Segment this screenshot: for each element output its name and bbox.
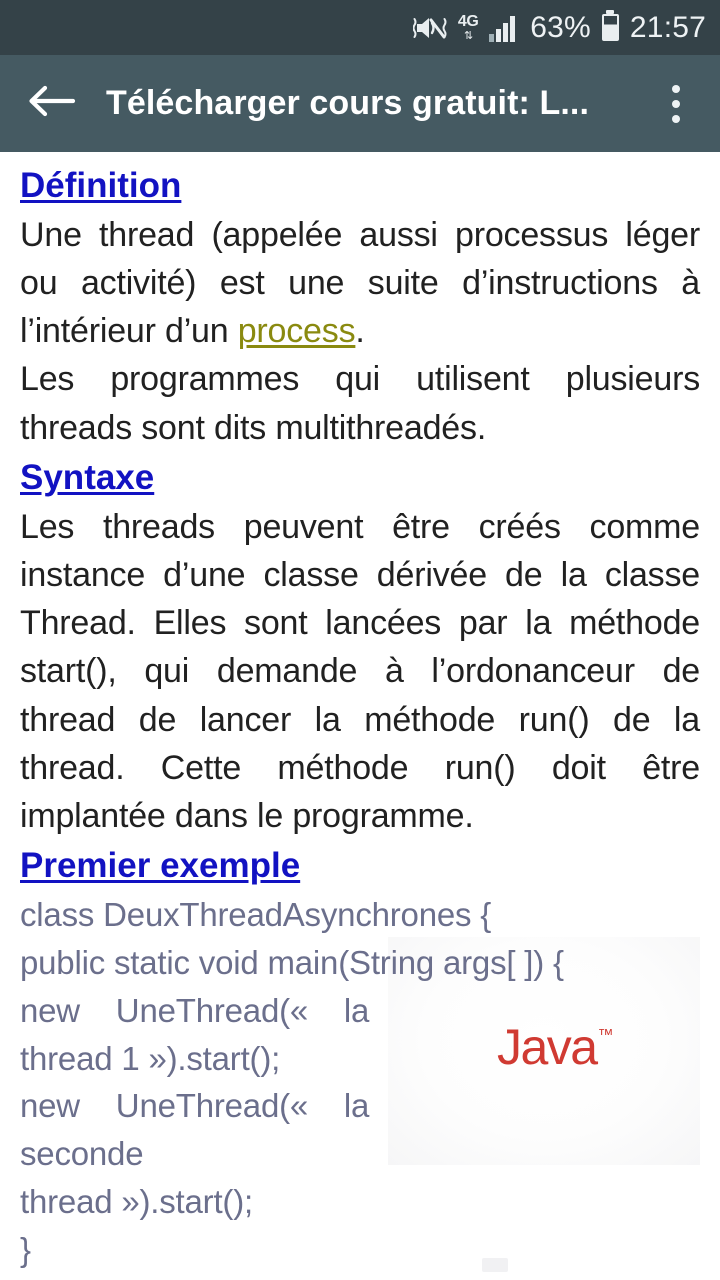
network-type-label: 4G — [457, 12, 479, 30]
code-line: thread »).start(); — [20, 1183, 253, 1221]
paragraph-syntaxe-1: Les threads peuvent être créés comme ins… — [20, 507, 700, 836]
paragraph-definition-2: Les programmes qui utilisent plusieurs t… — [20, 360, 700, 447]
code-line: new UneThread(« la — [20, 1087, 370, 1125]
overflow-menu-icon — [672, 84, 680, 93]
code-line: new UneThread(« la — [20, 991, 370, 1029]
code-line: } — [20, 1230, 31, 1268]
paragraph-text-tail: . — [355, 312, 365, 351]
section-heading-syntaxe[interactable]: Syntaxe — [20, 458, 154, 499]
overflow-menu-button[interactable] — [650, 73, 702, 135]
article-content[interactable]: Définition Une thread (appelée aussi pro… — [0, 152, 720, 1280]
code-line: class DeuxThreadAsynchrones { — [20, 895, 492, 933]
app-bar: Télécharger cours gratuit: L... — [0, 55, 720, 152]
mobile-network-icon: 4G ⇅ — [457, 12, 479, 42]
network-activity-arrows: ⇅ — [463, 29, 473, 42]
page-title: Télécharger cours gratuit: L... — [106, 84, 589, 122]
section-premier-exemple: Premier exemple — [20, 846, 700, 891]
code-line: seconde — [20, 1135, 144, 1173]
overflow-menu-icon — [672, 99, 680, 108]
battery-icon — [601, 14, 619, 41]
code-line: thread 1 »).start(); — [20, 1039, 281, 1077]
process-link[interactable]: process — [238, 312, 356, 350]
paragraph-definition-1: Une thread (appelée aussi processus lége… — [20, 211, 700, 356]
code-line: public static void main(String args[ ]) … — [20, 943, 564, 981]
status-bar: 4G ⇅ 63% 21:57 — [0, 0, 720, 55]
overflow-menu-icon — [672, 114, 680, 123]
battery-percent-label: 63% — [530, 10, 591, 44]
mute-vibrate-icon — [412, 13, 447, 43]
section-heading-definition[interactable]: Définition — [20, 166, 181, 207]
back-button[interactable] — [22, 75, 80, 133]
clock-label: 21:57 — [629, 10, 706, 44]
section-syntaxe: Syntaxe — [20, 458, 700, 503]
back-arrow-icon — [25, 82, 77, 125]
section-definition: Définition — [20, 166, 700, 211]
section-heading-premier-exemple[interactable]: Premier exemple — [20, 846, 300, 887]
status-bar-icons: 4G ⇅ 63% 21:57 — [412, 10, 706, 45]
signal-bars-icon — [489, 14, 519, 42]
code-line: } — [20, 1274, 700, 1280]
code-block: class DeuxThreadAsynchrones { public sta… — [20, 891, 700, 1280]
